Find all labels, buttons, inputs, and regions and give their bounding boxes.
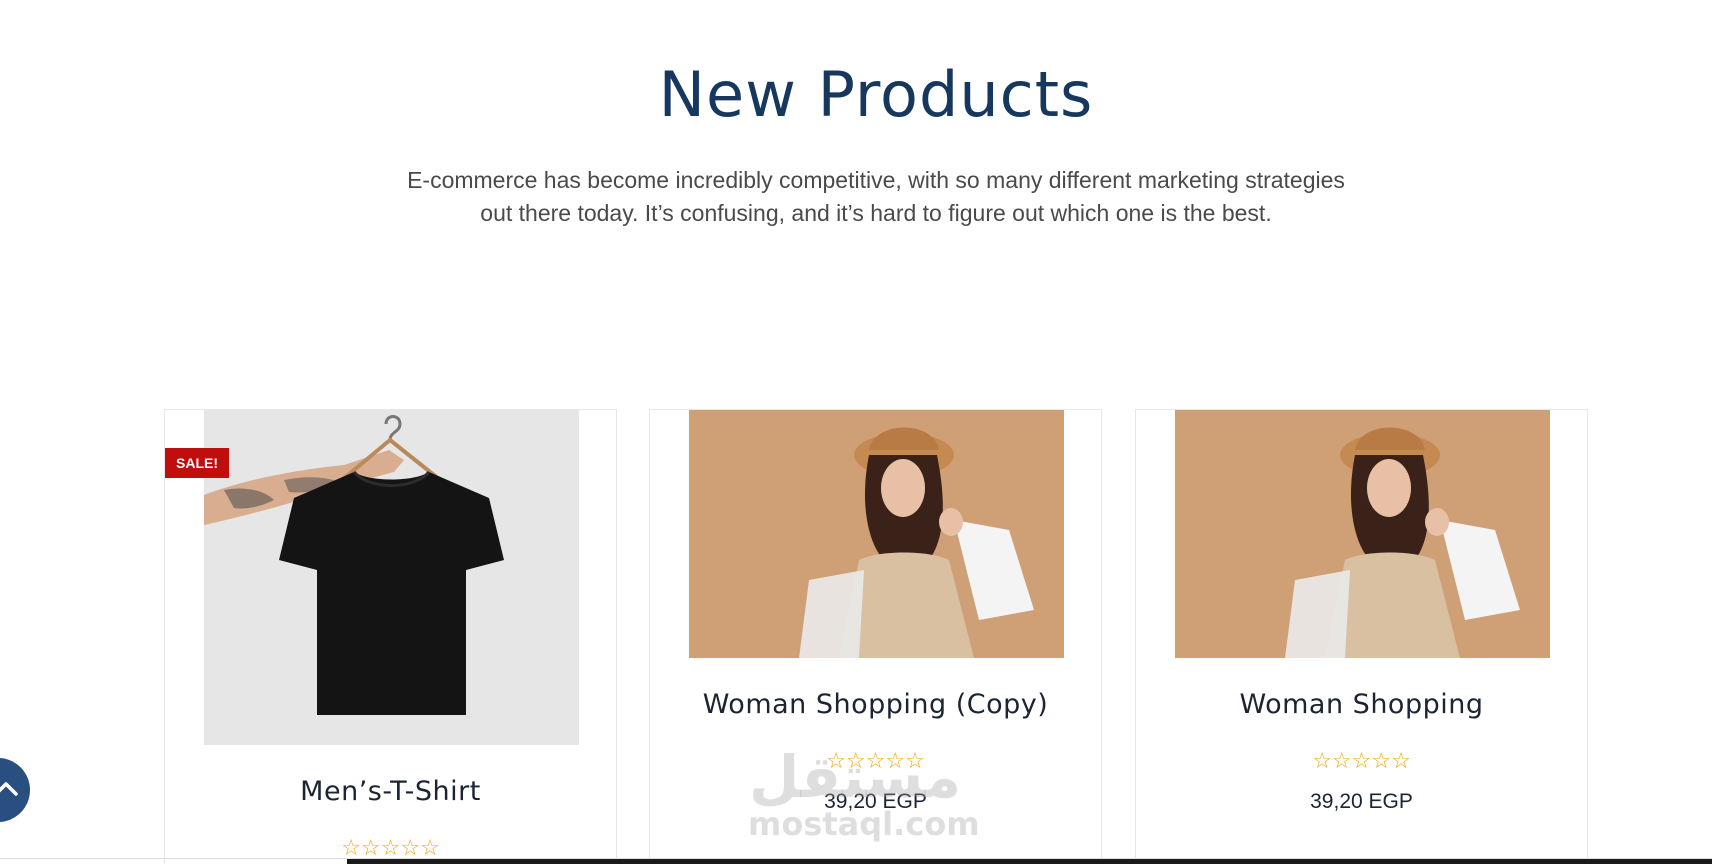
- product-image-woman-shopping[interactable]: [1175, 410, 1550, 658]
- bottom-bar: [347, 859, 1712, 864]
- product-card[interactable]: SALE! Men’s-T-Shirt ☆☆☆☆☆: [164, 409, 617, 864]
- product-title[interactable]: Woman Shopping (Copy): [650, 689, 1101, 720]
- product-card[interactable]: Woman Shopping (Copy) ☆☆☆☆☆ 39,20 EGP: [649, 409, 1102, 864]
- page: New Products E-commerce has become incre…: [0, 0, 1712, 864]
- product-price: 39,20 EGP: [824, 790, 927, 813]
- product-title[interactable]: Woman Shopping: [1136, 689, 1587, 720]
- back-to-top-button[interactable]: [0, 758, 30, 822]
- product-price: 39,20 EGP: [1310, 790, 1413, 813]
- product-image-tshirt[interactable]: [204, 410, 579, 745]
- product-card[interactable]: Woman Shopping ☆☆☆☆☆ 39,20 EGP: [1135, 409, 1588, 864]
- chevron-up-icon: [0, 782, 18, 796]
- sale-badge: SALE!: [165, 448, 229, 478]
- star-rating: ☆☆☆☆☆: [341, 836, 440, 861]
- woman-shopping-image: [1175, 410, 1550, 658]
- section-title: New Products: [658, 58, 1094, 131]
- woman-shopping-image: [689, 410, 1064, 658]
- star-rating: ☆☆☆☆☆: [826, 749, 925, 774]
- tshirt-image: [204, 410, 579, 745]
- product-title[interactable]: Men’s-T-Shirt: [165, 776, 616, 807]
- product-image-woman-shopping-copy[interactable]: [689, 410, 1064, 658]
- section-description: E-commerce has become incredibly competi…: [407, 167, 1345, 226]
- star-rating: ☆☆☆☆☆: [1312, 749, 1411, 774]
